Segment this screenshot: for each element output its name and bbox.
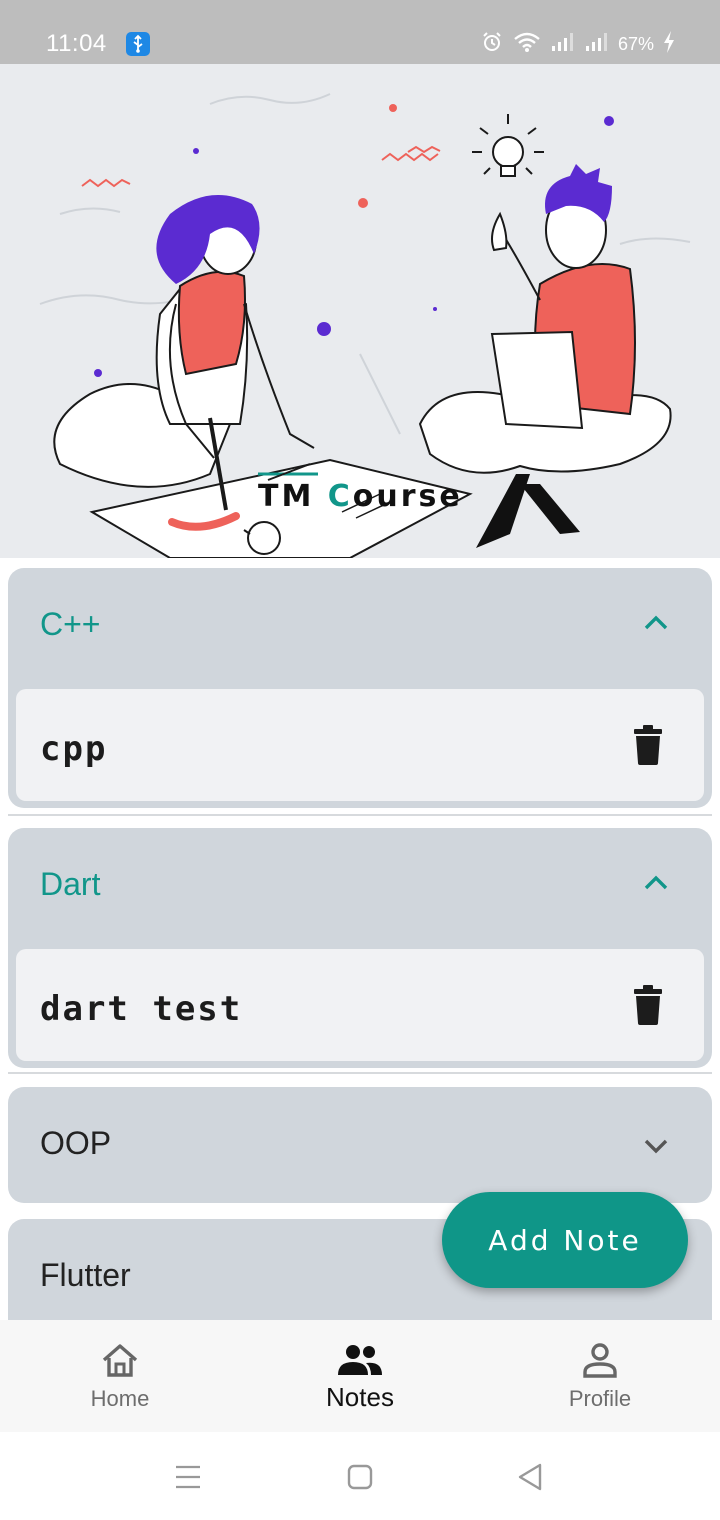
panel-title: C++ <box>40 606 101 642</box>
person-icon <box>576 1340 624 1380</box>
charging-icon <box>662 30 676 58</box>
signal-icon <box>550 30 576 58</box>
wifi-icon <box>512 30 542 58</box>
people-icon <box>336 1340 384 1380</box>
svg-text:TM Course: TM Course <box>258 479 463 514</box>
brand-rest: ourse <box>353 479 463 514</box>
divider <box>8 1072 712 1074</box>
status-icons: 67% <box>480 30 676 58</box>
course-panel-dart: Dart dart test <box>8 828 712 1068</box>
note-item[interactable]: cpp <box>16 689 704 801</box>
note-text: dart test <box>40 989 243 1029</box>
nav-label: Notes <box>326 1382 394 1412</box>
nav-notes[interactable]: Notes <box>240 1320 480 1432</box>
delete-icon[interactable] <box>632 725 664 765</box>
nav-home[interactable]: Home <box>0 1320 240 1432</box>
status-bar: 11:04 67% <box>0 0 720 64</box>
add-note-button[interactable]: Add Note <box>442 1192 688 1288</box>
nav-label: Home <box>90 1386 150 1411</box>
hero-illustration: TM Course <box>0 64 720 558</box>
panel-header-cpp[interactable]: C++ <box>8 568 712 680</box>
home-square-icon[interactable] <box>346 1463 374 1491</box>
chevron-down-icon <box>644 1139 668 1154</box>
panel-header-dart[interactable]: Dart <box>8 828 712 940</box>
battery-percent: 67% <box>617 33 654 54</box>
alarm-icon <box>480 30 504 58</box>
note-item[interactable]: dart test <box>16 949 704 1061</box>
signal-icon <box>584 30 610 58</box>
brand-tm: TM <box>258 479 328 514</box>
status-time: 11:04 <box>46 30 107 57</box>
note-text: cpp <box>40 729 108 769</box>
panel-title: Flutter <box>40 1257 131 1293</box>
divider <box>8 814 712 816</box>
course-panel-cpp: C++ cpp <box>8 568 712 808</box>
brand-c: C <box>328 479 353 514</box>
nav-profile[interactable]: Profile <box>480 1320 720 1432</box>
chevron-up-icon <box>644 875 668 890</box>
course-panel-oop[interactable]: OOP <box>8 1087 712 1203</box>
delete-icon[interactable] <box>632 985 664 1025</box>
recents-icon[interactable] <box>174 1464 202 1490</box>
panel-title: OOP <box>40 1125 112 1161</box>
back-icon[interactable] <box>516 1462 544 1492</box>
panel-title: Dart <box>40 866 101 902</box>
system-navigation-bar <box>0 1432 720 1520</box>
bottom-navigation: Home Notes Profile <box>0 1320 720 1432</box>
usb-icon <box>126 32 150 56</box>
chevron-up-icon <box>644 615 668 630</box>
home-icon <box>96 1340 144 1380</box>
nav-label: Profile <box>568 1386 632 1411</box>
people-brainstorming-illustration: TM Course <box>39 93 691 558</box>
